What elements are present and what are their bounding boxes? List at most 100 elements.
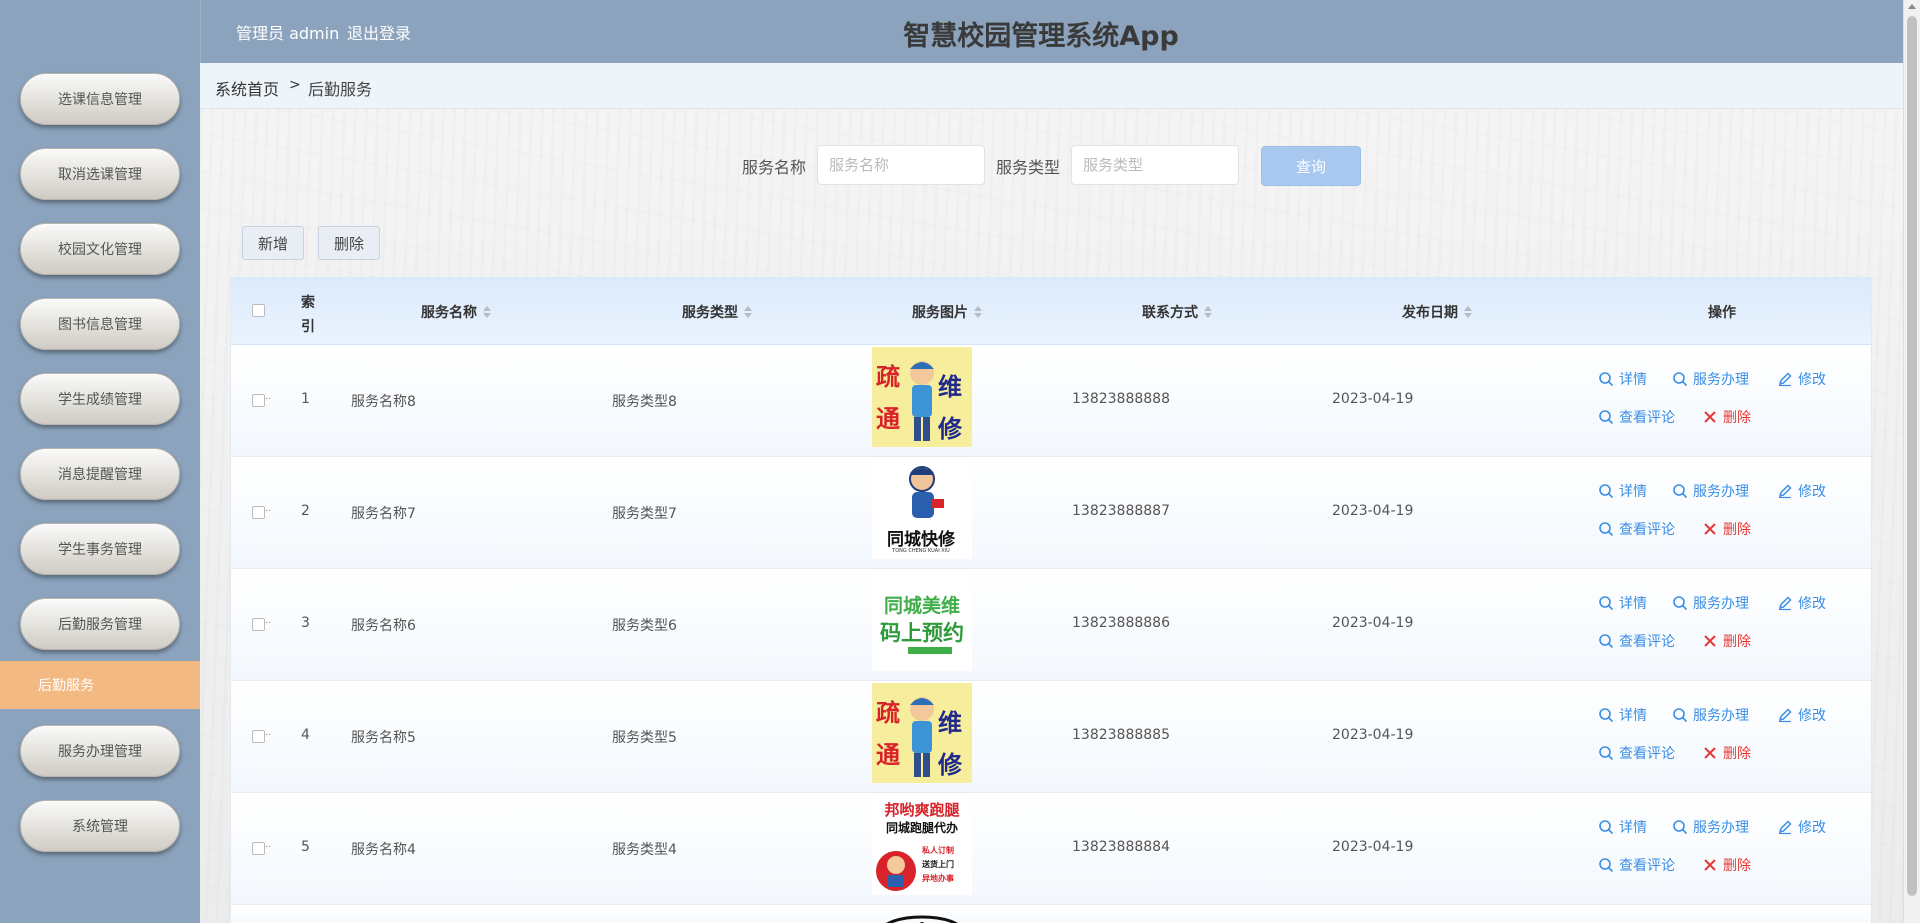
service-type-input[interactable] [1071, 145, 1239, 185]
add-button[interactable]: 新增 [242, 226, 305, 260]
service-handle-link-label: 服务办理 [1693, 820, 1749, 836]
sidebar-item-campus-culture[interactable]: 校园文化管理 [20, 223, 180, 275]
detail-link[interactable]: 详情 [1598, 369, 1647, 389]
search-icon [1599, 634, 1614, 649]
repair-poster-image: 疏 通 维 修 [872, 347, 972, 447]
sidebar-item-student-affairs[interactable]: 学生事务管理 [20, 523, 180, 575]
row-service-type: 服务类型6 [612, 618, 677, 634]
row-index: 4 [301, 727, 310, 743]
row-checkbox[interactable] [252, 842, 265, 855]
column-header-image[interactable]: 服务图片 [912, 302, 982, 322]
edit-icon [1778, 484, 1792, 499]
image-caption-line2: 同城跑腿代办 [885, 821, 958, 835]
service-type-label: 服务类型 [996, 158, 1061, 177]
edit-icon [1778, 820, 1792, 835]
sort-icon[interactable] [483, 306, 491, 318]
search-icon [1599, 746, 1614, 761]
service-image[interactable]: 同城美维 码上预约 [872, 571, 972, 671]
service-handle-link[interactable]: 服务办理 [1672, 593, 1749, 613]
row-checkbox[interactable] [252, 394, 265, 407]
delete-link-label: 删除 [1723, 522, 1751, 538]
sidebar-item-grades[interactable]: 学生成绩管理 [20, 373, 180, 425]
edit-icon [1778, 708, 1792, 723]
column-header-date[interactable]: 发布日期 [1402, 302, 1472, 322]
service-image[interactable]: 疏 通 维 修 [872, 347, 972, 447]
table-row: .. 4 服务名称5 服务类型5 疏 通 维 修 13823888885 202… [231, 681, 1871, 793]
edit-icon [1778, 596, 1792, 611]
sidebar-item-books[interactable]: 图书信息管理 [20, 298, 180, 350]
delete-link[interactable]: 删除 [1702, 407, 1751, 427]
column-header-type[interactable]: 服务类型 [682, 302, 752, 322]
column-header-contact[interactable]: 联系方式 [1142, 302, 1212, 322]
table-row: .. 3 服务名称6 服务类型6 同城美维 码上预约 13823888886 2… [231, 569, 1871, 681]
service-handle-link[interactable]: 服务办理 [1672, 481, 1749, 501]
row-checkbox[interactable] [252, 618, 265, 631]
service-handle-link[interactable]: 服务办理 [1672, 705, 1749, 725]
edit-link[interactable]: 修改 [1777, 593, 1826, 613]
sort-icon[interactable] [1204, 306, 1212, 318]
sidebar-item-label: 学生事务管理 [58, 542, 142, 558]
sidebar-item-label: 取消选课管理 [58, 167, 142, 183]
sidebar-item-label: 校园文化管理 [58, 242, 142, 258]
delete-link[interactable]: 删除 [1702, 743, 1751, 763]
batch-delete-button[interactable]: 删除 [318, 226, 381, 260]
sidebar-item-label: 后勤服务管理 [58, 617, 142, 633]
sidebar-item-messages[interactable]: 消息提醒管理 [20, 448, 180, 500]
detail-link[interactable]: 详情 [1598, 593, 1647, 613]
sidebar-item-logistics[interactable]: 后勤服务管理 [20, 598, 180, 650]
comments-link[interactable]: 查看评论 [1598, 631, 1675, 651]
page-scrollbar[interactable] [1903, 0, 1920, 923]
detail-link[interactable]: 详情 [1598, 705, 1647, 725]
sidebar-item-label: 学生成绩管理 [58, 392, 142, 408]
scrollbar-thumb[interactable] [1907, 16, 1917, 896]
service-handle-link[interactable]: 服务办理 [1672, 369, 1749, 389]
sidebar-item-system[interactable]: 系统管理 [20, 800, 180, 852]
svg-text:通: 通 [876, 404, 900, 433]
sort-icon[interactable] [974, 306, 982, 318]
query-button[interactable]: 查询 [1261, 146, 1361, 186]
column-header-name[interactable]: 服务名称 [421, 302, 491, 322]
search-icon [1673, 372, 1688, 387]
detail-link[interactable]: 详情 [1598, 481, 1647, 501]
edit-link[interactable]: 修改 [1777, 481, 1826, 501]
sidebar-subitem-logistics-service[interactable]: 后勤服务 [0, 661, 200, 709]
edit-link[interactable]: 修改 [1777, 817, 1826, 837]
edit-icon [1778, 372, 1792, 387]
image-caption: 同城快修 [887, 530, 955, 550]
edit-link[interactable]: 修改 [1777, 705, 1826, 725]
search-icon [1599, 410, 1614, 425]
sidebar-item-course-selection[interactable]: 选课信息管理 [20, 73, 180, 125]
svg-text:修: 修 [937, 414, 963, 443]
search-icon [1599, 858, 1614, 873]
search-icon [1673, 708, 1688, 723]
delete-link[interactable]: 删除 [1702, 631, 1751, 651]
edit-link[interactable]: 修改 [1777, 369, 1826, 389]
comments-link[interactable]: 查看评论 [1598, 407, 1675, 427]
sidebar-item-label: 消息提醒管理 [58, 467, 142, 483]
service-image[interactable]: 疏 通 维 修 [872, 683, 972, 783]
comments-link[interactable]: 查看评论 [1598, 743, 1675, 763]
sort-icon[interactable] [744, 306, 752, 318]
comments-link[interactable]: 查看评论 [1598, 519, 1675, 539]
green-bar-decoration [908, 647, 952, 654]
sort-icon[interactable] [1464, 306, 1472, 318]
row-checkbox[interactable] [252, 730, 265, 743]
detail-link[interactable]: 详情 [1598, 817, 1647, 837]
service-table: 索引 服务名称 服务类型 服务图片 联系方式 发布日期 操作 .. 1 服务名称… [230, 277, 1872, 923]
service-image[interactable]: 邦哟爽跑腿 同城跑腿代办 私人订制 送货上门 异地办事 [872, 795, 972, 895]
row-checkbox[interactable] [252, 506, 265, 519]
sidebar-item-service-handling[interactable]: 服务办理管理 [20, 725, 180, 777]
add-button-label: 新增 [258, 234, 289, 253]
row-service-name: 服务名称5 [351, 730, 416, 746]
breadcrumb-home-link[interactable]: 系统首页 [215, 76, 279, 100]
delete-link[interactable]: 删除 [1702, 855, 1751, 875]
delete-link[interactable]: 删除 [1702, 519, 1751, 539]
select-all-checkbox[interactable] [252, 304, 265, 317]
comments-link[interactable]: 查看评论 [1598, 855, 1675, 875]
row-date: 2023-04-19 [1332, 727, 1414, 743]
checkbox-ellipsis: .. [265, 503, 272, 514]
service-handle-link[interactable]: 服务办理 [1672, 817, 1749, 837]
service-name-input[interactable] [817, 145, 985, 185]
sidebar-item-cancel-selection[interactable]: 取消选课管理 [20, 148, 180, 200]
scroll-up-arrow-icon[interactable] [1908, 4, 1916, 9]
